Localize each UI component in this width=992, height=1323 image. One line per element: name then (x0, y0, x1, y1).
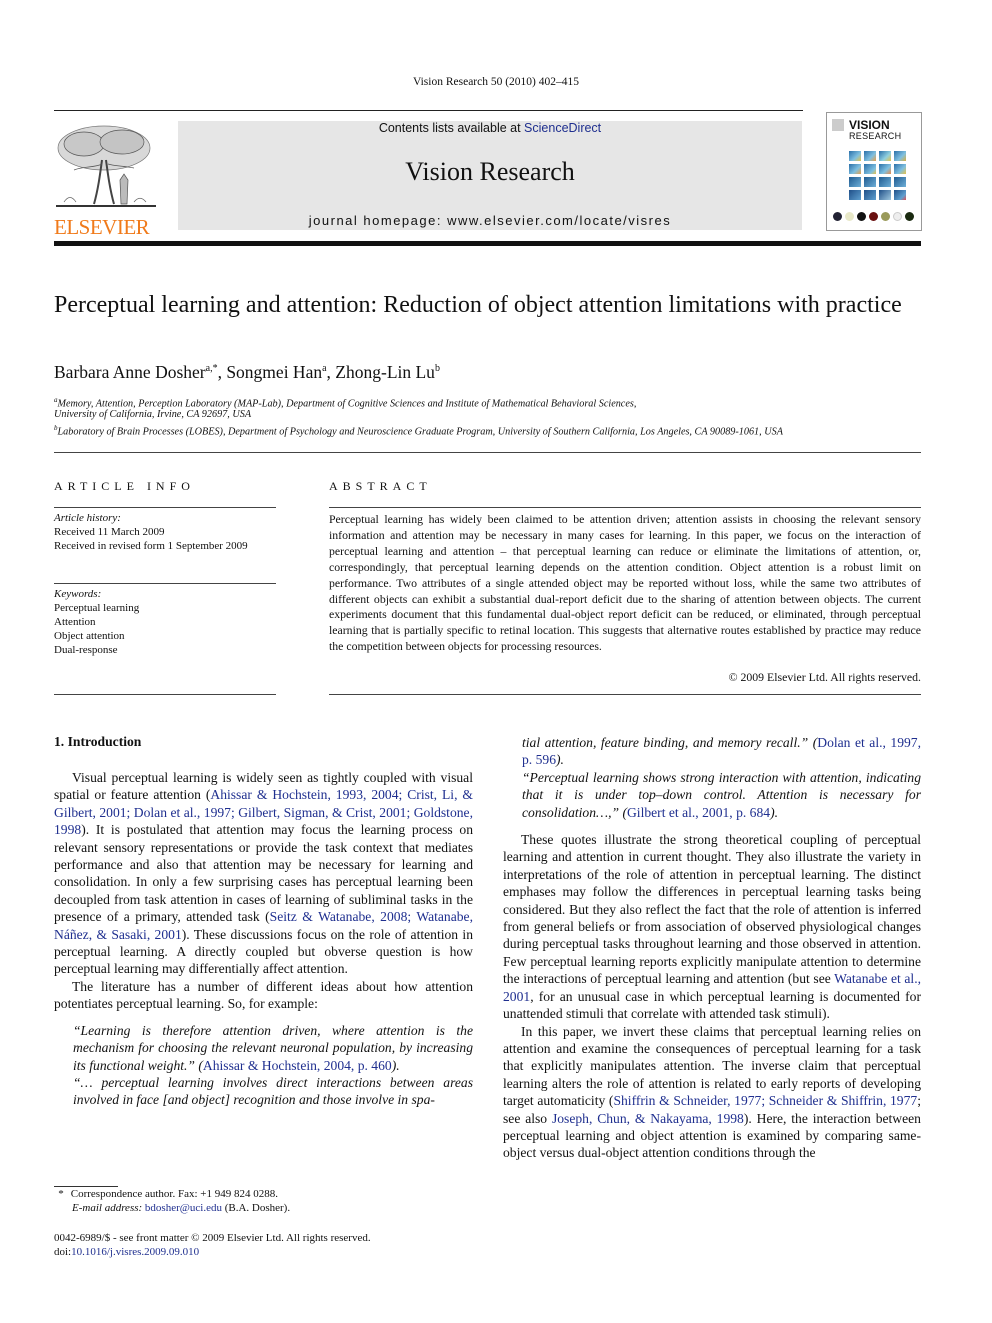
publisher-name: ELSEVIER (54, 215, 150, 239)
author-affiliation-mark[interactable]: a (322, 363, 326, 374)
footnote-mark: * (58, 1188, 64, 1200)
correspondence-text: Correspondence author. Fax: +1 949 824 0… (70, 1188, 278, 1200)
author-affiliation-mark[interactable]: a,* (206, 363, 218, 374)
keyword: Perceptual learning (54, 602, 140, 614)
article-history: Article history: Received 11 March 2009 … (54, 511, 248, 553)
citation-link[interactable]: Joseph, Chun, & Nakayama, 1998 (552, 1111, 744, 1126)
contents-prefix: Contents lists available at (378, 121, 525, 135)
cover-figure-grid (849, 151, 906, 200)
journal-homepage[interactable]: journal homepage: www.elsevier.com/locat… (178, 213, 802, 228)
issn-line: 0042-6989/$ - see front matter © 2009 El… (54, 1232, 371, 1244)
author-list: Barbara Anne Doshera,*, Songmei Hana, Zh… (54, 362, 440, 382)
affiliation-text: Memory, Attention, Perception Laboratory… (57, 398, 637, 410)
section-heading-introduction: 1. Introduction (54, 734, 142, 749)
doi-prefix: doi: (54, 1246, 72, 1258)
abstract-heading: ABSTRACT (329, 479, 432, 493)
affiliation-a: aMemory, Attention, Perception Laborator… (54, 396, 934, 420)
block-quote: “… perceptual learning involves direct i… (73, 1074, 473, 1108)
cover-title-line1: VISION (849, 118, 890, 132)
paragraph: These quotes illustrate the strong theor… (503, 831, 921, 1022)
journal-cover-thumbnail[interactable]: VISION RESEARCH (826, 112, 922, 231)
keywords-block: Keywords: Perceptual learning Attention … (54, 587, 139, 657)
abstract-bottom-rule (329, 694, 921, 695)
affiliation-text: University of California, Irvine, CA 926… (54, 409, 252, 421)
citation-link[interactable]: Shiffrin & Schneider, 1977; Schneider & … (613, 1093, 917, 1108)
author-name: Zhong-Lin Lu (335, 362, 435, 382)
article-info-bottom-rule (54, 694, 276, 695)
article-info-rule (54, 507, 276, 508)
keywords-rule (54, 583, 276, 584)
header-thick-rule (54, 241, 921, 246)
front-matter-footer: 0042-6989/$ - see front matter © 2009 El… (54, 1231, 371, 1259)
paragraph: The literature has a number of different… (54, 978, 473, 1012)
keyword: Object attention (54, 630, 125, 642)
history-label: Article history: (54, 512, 121, 524)
received-date: Received 11 March 2009 (54, 526, 165, 538)
elsevier-tree-icon (56, 125, 156, 207)
block-quote-continued: tial attention, feature binding, and mem… (522, 735, 922, 768)
keywords-label: Keywords: (54, 588, 102, 600)
cover-circle-images (833, 212, 914, 221)
email-link[interactable]: bdosher@uci.edu (145, 1202, 222, 1214)
left-column: Visual perceptual learning is widely see… (54, 769, 473, 1109)
doi-link[interactable]: 10.1016/j.visres.2009.09.010 (71, 1246, 199, 1258)
affiliation-rule (54, 452, 921, 453)
article-title: Perceptual learning and attention: Reduc… (54, 292, 902, 318)
cover-title-line2: RESEARCH (849, 131, 902, 141)
journal-title: Vision Research (405, 157, 575, 186)
email-suffix: (B.A. Dosher). (221, 1202, 291, 1214)
elsevier-logo[interactable]: ELSEVIER (54, 120, 158, 239)
keyword: Attention (54, 616, 96, 628)
sciencedirect-link[interactable]: ScienceDirect (524, 121, 601, 135)
block-quote: “Learning is therefore attention driven,… (73, 1022, 473, 1073)
citation-link[interactable]: Gilbert et al., 2001, p. 684 (627, 805, 770, 820)
abstract-rule (329, 507, 921, 508)
abstract-copyright: © 2009 Elsevier Ltd. All rights reserved… (728, 670, 921, 684)
block-quote: “Perceptual learning shows strong intera… (522, 769, 921, 820)
article-info-heading: ARTICLE INFO (54, 479, 195, 493)
affiliation-text: Laboratory of Brain Processes (LOBES), D… (57, 426, 783, 438)
footnote: * Correspondence author. Fax: +1 949 824… (54, 1187, 290, 1215)
author-name: Songmei Han (226, 362, 323, 382)
abstract-text: Perceptual learning has widely been clai… (329, 512, 921, 654)
revised-date: Received in revised form 1 September 200… (54, 540, 248, 552)
keyword: Dual-response (54, 644, 118, 656)
author-name: Barbara Anne Dosher (54, 362, 206, 382)
cover-logo-icon (832, 119, 844, 131)
top-rule (54, 110, 803, 111)
text-run: These quotes illustrate the strong theor… (503, 832, 921, 987)
citation-link[interactable]: Ahissar & Hochstein, 2004, p. 460 (203, 1058, 392, 1073)
paragraph: In this paper, we invert these claims th… (503, 1023, 921, 1162)
author-affiliation-mark[interactable]: b (435, 363, 440, 374)
affiliation-b: bLaboratory of Brain Processes (LOBES), … (54, 424, 934, 437)
paragraph: Visual perceptual learning is widely see… (54, 769, 473, 978)
right-column: tial attention, feature binding, and mem… (503, 734, 921, 1162)
text-run: , for an unusual case in which perceptua… (503, 988, 921, 1022)
quote-text: tial attention, feature binding, and mem… (522, 735, 813, 750)
contents-line: Contents lists available at ScienceDirec… (178, 121, 802, 135)
email-label: E-mail address: (72, 1202, 145, 1214)
journal-banner: Contents lists available at ScienceDirec… (178, 121, 802, 230)
running-head: Vision Research 50 (2010) 402–415 (412, 76, 580, 88)
